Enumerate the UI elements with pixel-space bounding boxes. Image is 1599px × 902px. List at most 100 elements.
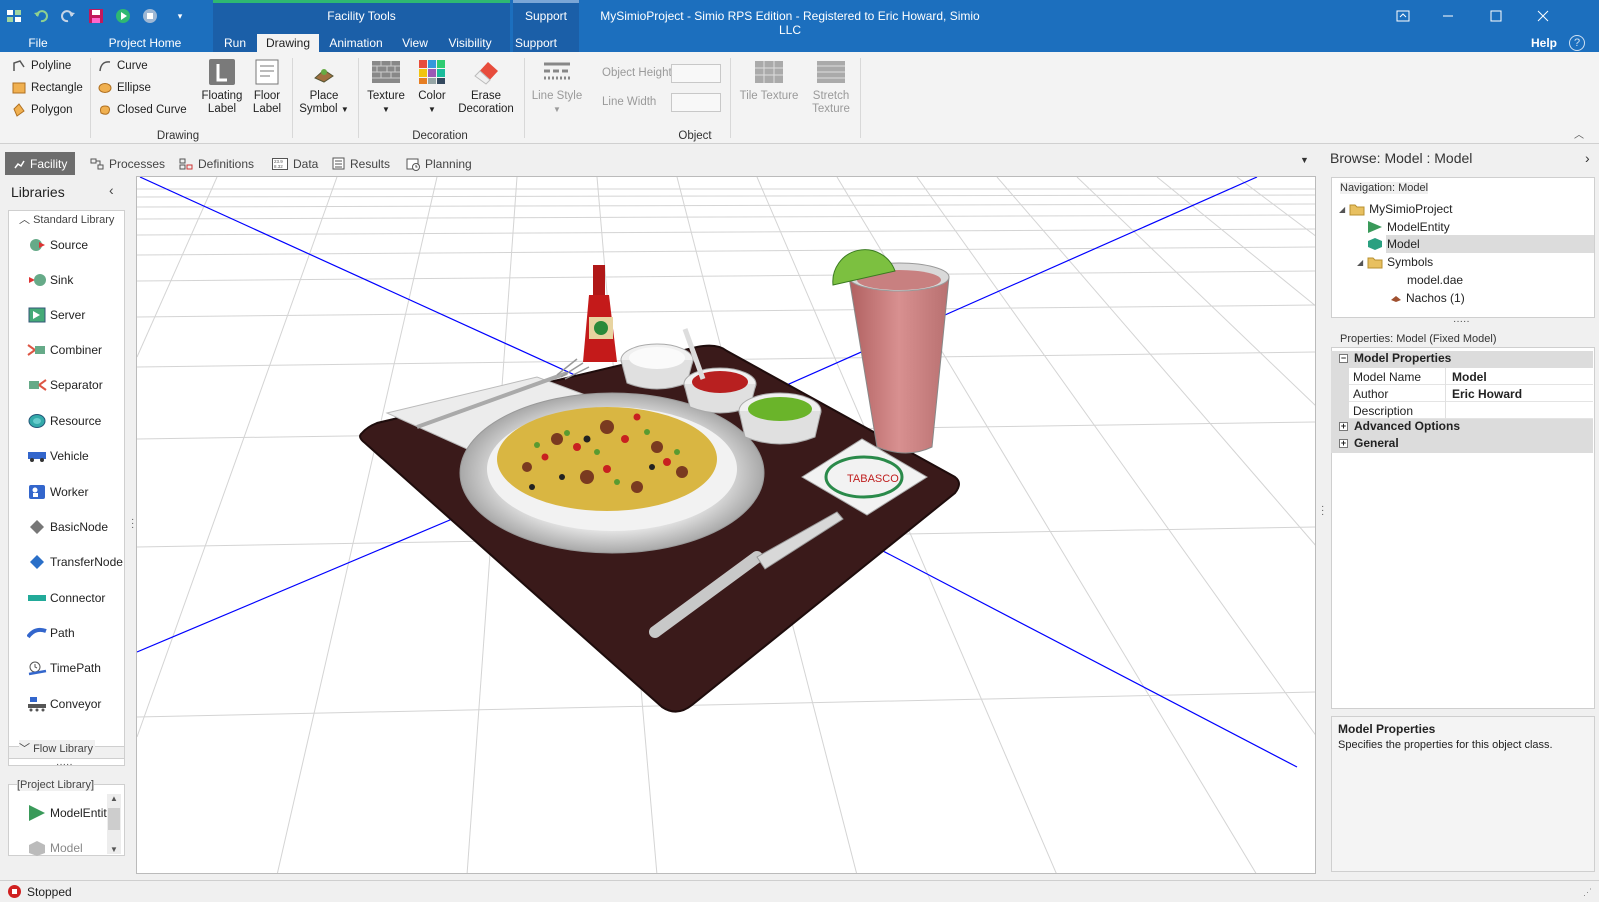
tab-run[interactable]: Run bbox=[216, 34, 254, 52]
tile-texture-button[interactable]: Tile Texture bbox=[736, 58, 802, 103]
library-item-worker[interactable]: Worker bbox=[27, 484, 88, 500]
collapse-ribbon-icon[interactable]: ︿ bbox=[1574, 126, 1584, 141]
tree-node-model[interactable]: Model bbox=[1367, 237, 1420, 251]
closed-curve-button[interactable]: Closed Curve bbox=[98, 103, 187, 117]
tab-project-home[interactable]: Project Home bbox=[100, 34, 190, 52]
minimize-icon[interactable] bbox=[1428, 4, 1468, 28]
property-row-description[interactable]: Description bbox=[1331, 402, 1593, 419]
close-icon[interactable] bbox=[1523, 4, 1563, 28]
flow-library-header[interactable]: ﹀ Flow Library bbox=[19, 740, 95, 756]
library-item-basicnode[interactable]: BasicNode bbox=[27, 519, 108, 535]
tab-drawing[interactable]: Drawing bbox=[257, 34, 319, 53]
tree-node-project[interactable]: ◢ MySimioProject bbox=[1339, 202, 1453, 216]
floating-label-button[interactable]: Floating Label bbox=[198, 58, 246, 116]
library-item-path[interactable]: Path bbox=[27, 625, 75, 641]
tab-definitions[interactable]: Definitions bbox=[171, 152, 262, 175]
tab-visibility[interactable]: Visibility bbox=[442, 34, 498, 52]
object-height-input[interactable] bbox=[671, 64, 721, 83]
tab-view[interactable]: View bbox=[395, 34, 435, 52]
tree-node-symbols[interactable]: ◢ Symbols bbox=[1357, 255, 1433, 269]
dropdown-arrow-icon: ▼ bbox=[553, 105, 561, 114]
ellipse-button[interactable]: Ellipse bbox=[98, 81, 151, 95]
author-value[interactable]: Eric Howard bbox=[1452, 387, 1522, 401]
tree-node-nachos[interactable]: Nachos (1) bbox=[1390, 291, 1465, 305]
tab-support[interactable]: Support bbox=[513, 34, 559, 52]
category-model-properties[interactable]: − Model Properties bbox=[1331, 351, 1593, 368]
tree-node-model-dae[interactable]: model.dae bbox=[1407, 273, 1463, 287]
qat-customize-icon[interactable]: ▾ bbox=[170, 6, 190, 26]
curve-button[interactable]: Curve bbox=[98, 59, 148, 73]
tab-planning[interactable]: Planning bbox=[398, 152, 480, 175]
rectangle-button[interactable]: Rectangle bbox=[12, 81, 83, 95]
processes-icon bbox=[90, 158, 104, 169]
help-icon[interactable]: ? bbox=[1569, 35, 1585, 51]
stretch-texture-button[interactable]: Stretch Texture bbox=[806, 58, 856, 116]
library-item-server[interactable]: Server bbox=[27, 307, 85, 323]
undo-icon[interactable] bbox=[31, 6, 51, 26]
guacamole-bowl[interactable] bbox=[738, 392, 822, 445]
run-icon[interactable] bbox=[113, 6, 133, 26]
library-item-timepath[interactable]: TimePath bbox=[27, 660, 101, 676]
collapse-libraries-icon[interactable]: ‹ bbox=[109, 182, 114, 198]
standard-library-header[interactable]: ︿ Standard Library bbox=[19, 211, 114, 227]
scroll-up-icon[interactable]: ▲ bbox=[107, 794, 121, 803]
save-icon[interactable] bbox=[86, 6, 106, 26]
polyline-button[interactable]: Polyline bbox=[12, 59, 71, 73]
project-item-modelentity[interactable]: ModelEntity bbox=[27, 805, 113, 821]
collapse-arrow-icon: ︿ bbox=[19, 214, 30, 226]
line-width-input[interactable] bbox=[671, 93, 721, 112]
tab-results[interactable]: Results bbox=[324, 152, 398, 175]
tab-file[interactable]: File bbox=[20, 34, 56, 52]
place-symbol-button[interactable]: Place Symbol ▼ bbox=[298, 58, 350, 116]
facility-scene[interactable]: TABASCO bbox=[137, 177, 1316, 874]
stop-icon[interactable] bbox=[140, 6, 160, 26]
splitter-grip-vertical[interactable]: · · · bbox=[131, 515, 134, 533]
splitter-grip-vertical[interactable]: · · · bbox=[1321, 502, 1324, 520]
scrollbar-thumb[interactable] bbox=[108, 808, 120, 830]
library-item-conveyor[interactable]: Conveyor bbox=[27, 696, 101, 712]
library-item-separator[interactable]: Separator bbox=[27, 377, 103, 393]
hot-sauce-bottle[interactable] bbox=[583, 265, 617, 362]
resize-grip[interactable]: ⋰ bbox=[1583, 887, 1592, 898]
nachos-plate[interactable] bbox=[459, 392, 765, 554]
tab-facility[interactable]: Facility bbox=[5, 152, 76, 175]
expand-panel-icon[interactable]: › bbox=[1585, 150, 1590, 166]
project-item-model[interactable]: Model bbox=[27, 840, 83, 856]
property-row-author[interactable]: Author Eric Howard bbox=[1331, 385, 1593, 402]
category-advanced-options[interactable]: + Advanced Options bbox=[1331, 419, 1593, 436]
tab-animation[interactable]: Animation bbox=[324, 34, 388, 52]
model-name-value[interactable]: Model bbox=[1452, 370, 1487, 384]
library-item-combiner[interactable]: Combiner bbox=[27, 342, 102, 358]
polygon-button[interactable]: Polygon bbox=[12, 103, 73, 117]
ellipse-icon bbox=[98, 83, 112, 93]
tabs-dropdown-icon[interactable]: ▼ bbox=[1300, 155, 1309, 165]
maximize-icon[interactable] bbox=[1476, 4, 1516, 28]
project-library-scrollbar[interactable]: ▲ ▼ bbox=[107, 794, 121, 854]
floor-label-button[interactable]: Floor Label bbox=[248, 58, 286, 116]
help-link[interactable]: Help bbox=[1531, 36, 1557, 50]
redo-icon[interactable] bbox=[58, 6, 78, 26]
library-item-vehicle[interactable]: Vehicle bbox=[27, 448, 89, 464]
library-item-transfernode[interactable]: TransferNode bbox=[27, 554, 123, 570]
property-row-model-name[interactable]: Model Name Model bbox=[1331, 368, 1593, 385]
color-button[interactable]: Color ▼ bbox=[412, 58, 452, 116]
erase-decoration-button[interactable]: Erase Decoration bbox=[456, 58, 516, 116]
sour-cream-bowl[interactable] bbox=[620, 343, 694, 390]
app-logo-icon[interactable] bbox=[4, 6, 24, 26]
library-item-source[interactable]: Source bbox=[27, 237, 88, 253]
facility-3d-view[interactable]: TABASCO bbox=[136, 176, 1316, 874]
line-style-button[interactable]: Line Style ▼ bbox=[530, 58, 584, 116]
tab-data[interactable]: 23.9 8.32 Data bbox=[264, 152, 326, 175]
ribbon-display-icon[interactable] bbox=[1383, 4, 1423, 28]
texture-button[interactable]: Texture ▼ bbox=[364, 58, 408, 116]
scroll-down-icon[interactable]: ▼ bbox=[107, 845, 121, 854]
library-item-connector[interactable]: Connector bbox=[27, 590, 105, 606]
library-item-resource[interactable]: Resource bbox=[27, 413, 101, 429]
splitter-grip[interactable]: ····· bbox=[1453, 316, 1470, 327]
tab-processes[interactable]: Processes bbox=[82, 152, 173, 175]
splitter-grip[interactable]: ····· bbox=[56, 759, 73, 770]
library-item-sink[interactable]: Sink bbox=[27, 272, 73, 288]
category-general[interactable]: + General bbox=[1331, 436, 1593, 453]
path-icon bbox=[27, 625, 47, 641]
tree-node-modelentity[interactable]: ModelEntity bbox=[1367, 220, 1450, 234]
